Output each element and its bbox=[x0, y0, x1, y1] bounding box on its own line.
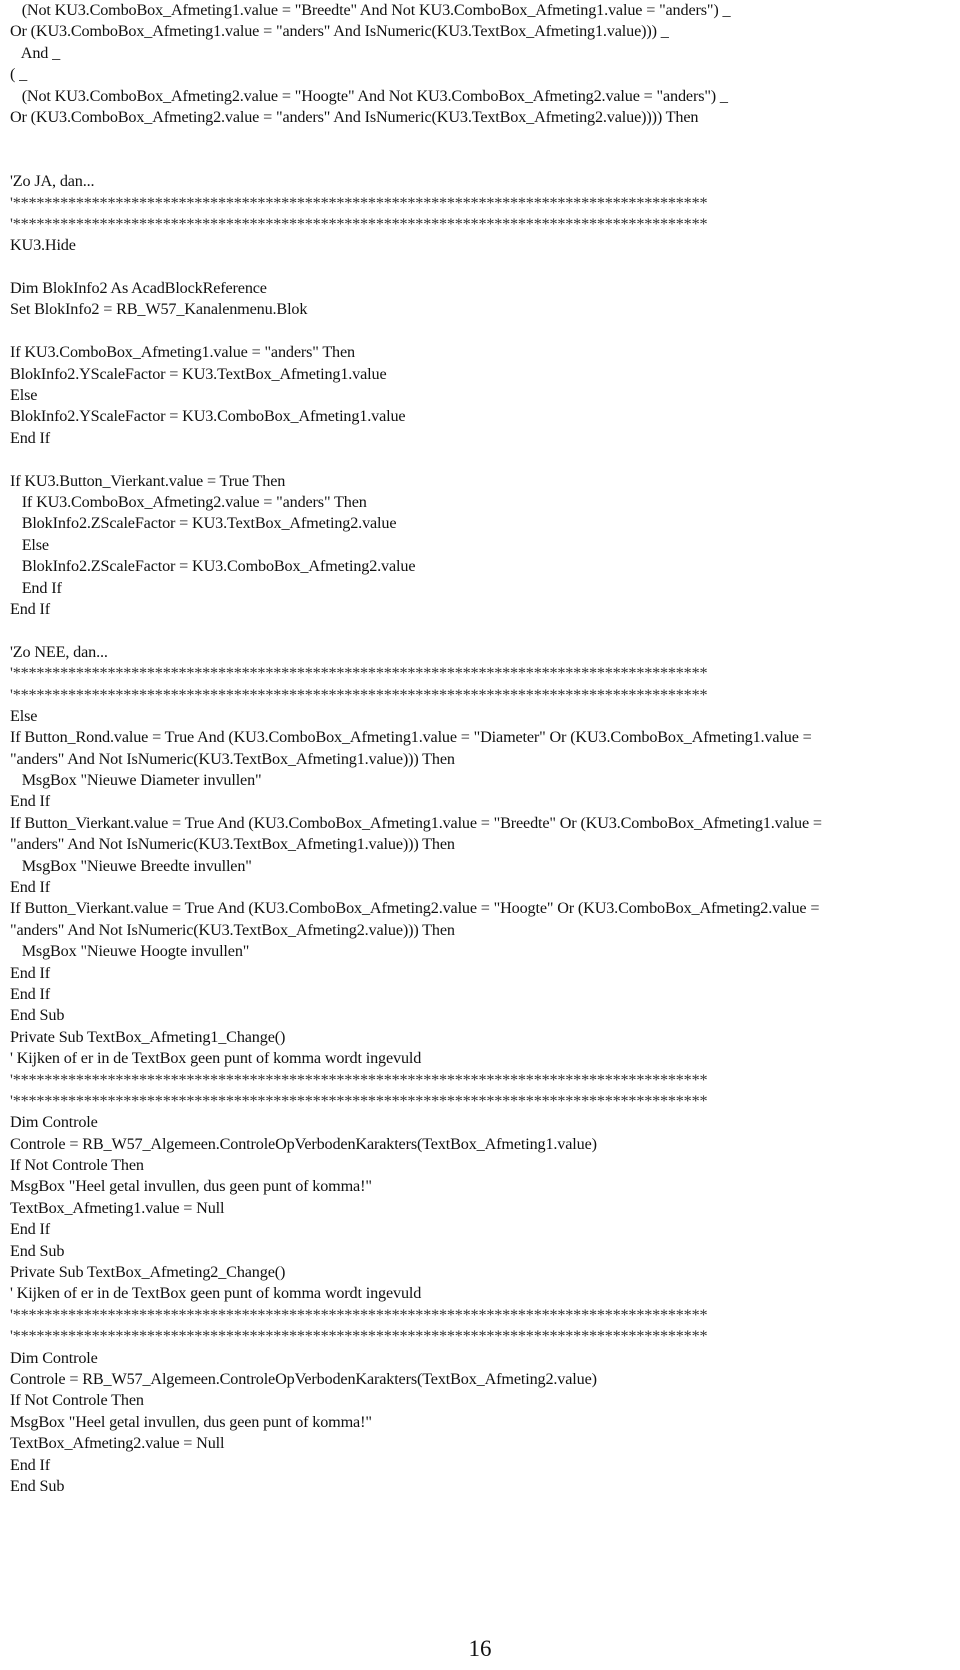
code-line: End Sub bbox=[10, 1476, 65, 1495]
code-line: Set BlokInfo2 = RB_W57_Kanalenmenu.Blok bbox=[10, 300, 308, 319]
code-line: Private Sub TextBox_Afmeting1_Change() bbox=[10, 1027, 286, 1046]
code-line: Else bbox=[10, 706, 38, 725]
code-line: Else bbox=[10, 535, 49, 554]
code-line: Private Sub TextBox_Afmeting2_Change() bbox=[10, 1263, 286, 1282]
code-line: If Not Controle Then bbox=[10, 1391, 144, 1410]
separator-line: '***************************************… bbox=[10, 193, 708, 212]
code-line: BlokInfo2.YScaleFactor = KU3.ComboBox_Af… bbox=[10, 407, 406, 426]
code-line: "anders" And Not IsNumeric(KU3.TextBox_A… bbox=[10, 749, 455, 768]
code-line: Or (KU3.ComboBox_Afmeting2.value = "ande… bbox=[10, 107, 699, 126]
code-line: If KU3.Button_Vierkant.value = True Then bbox=[10, 471, 286, 490]
separator-line: '***************************************… bbox=[10, 685, 708, 704]
code-line: If KU3.ComboBox_Afmeting1.value = "ander… bbox=[10, 343, 355, 362]
code-line: (Not KU3.ComboBox_Afmeting1.value = "Bre… bbox=[10, 1, 731, 19]
comment-line: 'Zo NEE, dan... bbox=[10, 642, 108, 661]
code-line: TextBox_Afmeting2.value = Null bbox=[10, 1434, 225, 1453]
code-line: ( _ bbox=[10, 65, 28, 84]
code-line: TextBox_Afmeting1.value = Null bbox=[10, 1198, 225, 1217]
code-line: End If bbox=[10, 599, 51, 618]
code-line: End Sub bbox=[10, 1006, 65, 1025]
code-line: MsgBox "Nieuwe Diameter invullen" bbox=[10, 771, 262, 790]
separator-line: '***************************************… bbox=[10, 1070, 708, 1089]
code-line: End If bbox=[10, 963, 51, 982]
separator-line: '***************************************… bbox=[10, 214, 708, 233]
comment-line: ' Kijken of er in de TextBox geen punt o… bbox=[10, 1284, 422, 1303]
separator-line: '***************************************… bbox=[10, 664, 708, 683]
page-number: 16 bbox=[468, 1636, 492, 1661]
code-line: If Not Controle Then bbox=[10, 1156, 144, 1175]
code-line: End If bbox=[10, 984, 51, 1003]
comment-line: ' Kijken of er in de TextBox geen punt o… bbox=[10, 1049, 422, 1068]
code-line: BlokInfo2.ZScaleFactor = KU3.ComboBox_Af… bbox=[10, 557, 416, 576]
code-line: MsgBox "Heel getal invullen, dus geen pu… bbox=[10, 1177, 372, 1196]
code-line: Dim BlokInfo2 As AcadBlockReference bbox=[10, 279, 267, 298]
code-line: If Button_Vierkant.value = True And (KU3… bbox=[10, 899, 820, 918]
code-line: MsgBox "Heel getal invullen, dus geen pu… bbox=[10, 1412, 372, 1431]
code-line: MsgBox "Nieuwe Hoogte invullen" bbox=[10, 942, 250, 961]
code-line: End If bbox=[10, 878, 51, 897]
code-line: End If bbox=[10, 1220, 51, 1239]
code-line: BlokInfo2.YScaleFactor = KU3.TextBox_Afm… bbox=[10, 364, 387, 383]
code-line: KU3.Hide bbox=[10, 236, 76, 255]
code-line: BlokInfo2.ZScaleFactor = KU3.TextBox_Afm… bbox=[10, 514, 397, 533]
code-listing: (Not KU3.ComboBox_Afmeting1.value = "Bre… bbox=[10, 0, 955, 1497]
code-line: MsgBox "Nieuwe Breedte invullen" bbox=[10, 856, 252, 875]
code-line: "anders" And Not IsNumeric(KU3.TextBox_A… bbox=[10, 920, 455, 939]
code-line: End If bbox=[10, 792, 51, 811]
code-line: If KU3.ComboBox_Afmeting2.value = "ander… bbox=[10, 492, 367, 511]
code-line: End Sub bbox=[10, 1241, 65, 1260]
code-line: If Button_Vierkant.value = True And (KU3… bbox=[10, 813, 822, 832]
separator-line: '***************************************… bbox=[10, 1327, 708, 1346]
code-line: Else bbox=[10, 386, 38, 405]
code-line: And _ bbox=[10, 43, 61, 62]
code-line: Dim Controle bbox=[10, 1348, 98, 1367]
code-line: Controle = RB_W57_Algemeen.ControleOpVer… bbox=[10, 1370, 597, 1388]
code-line: "anders" And Not IsNumeric(KU3.TextBox_A… bbox=[10, 835, 455, 854]
separator-line: '***************************************… bbox=[10, 1091, 708, 1110]
code-line: End If bbox=[10, 578, 62, 597]
code-line: (Not KU3.ComboBox_Afmeting2.value = "Hoo… bbox=[10, 86, 728, 105]
code-line: Dim Controle bbox=[10, 1113, 98, 1132]
code-line: End If bbox=[10, 428, 51, 447]
code-line: Controle = RB_W57_Algemeen.ControleOpVer… bbox=[10, 1134, 597, 1153]
code-line: End If bbox=[10, 1455, 51, 1474]
comment-line: 'Zo JA, dan... bbox=[10, 172, 95, 191]
code-line: If Button_Rond.value = True And (KU3.Com… bbox=[10, 728, 812, 747]
code-line: Or (KU3.ComboBox_Afmeting1.value = "ande… bbox=[10, 22, 669, 41]
separator-line: '***************************************… bbox=[10, 1305, 708, 1324]
